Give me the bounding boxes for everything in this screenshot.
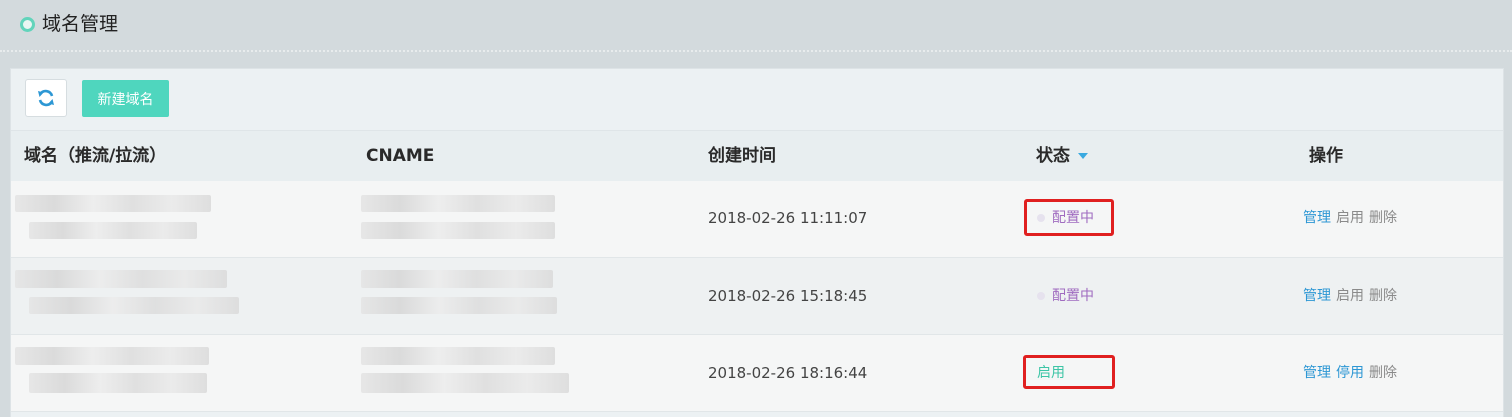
highlight-box bbox=[1024, 199, 1114, 236]
title-circle-icon bbox=[20, 17, 35, 32]
blurred-domain bbox=[29, 373, 207, 393]
disable-link[interactable]: 停用 bbox=[1336, 365, 1364, 381]
row-actions: 管理 停用 删除 bbox=[1303, 363, 1402, 383]
delete-link[interactable]: 删除 bbox=[1369, 210, 1397, 226]
enable-link[interactable]: 启用 bbox=[1336, 288, 1364, 304]
blurred-domain bbox=[29, 222, 197, 239]
column-header-domain: 域名（推流/拉流） bbox=[24, 146, 167, 166]
manage-link[interactable]: 管理 bbox=[1303, 210, 1331, 226]
created-time: 2018-02-26 11:11:07 bbox=[708, 209, 868, 227]
blurred-domain bbox=[15, 270, 227, 288]
row-actions: 管理 启用 删除 bbox=[1303, 208, 1402, 228]
page-header: 域名管理 bbox=[0, 0, 1512, 52]
column-header-status-label: 状态 bbox=[1036, 146, 1070, 166]
table-header: 域名（推流/拉流） CNAME 创建时间 状态 操作 bbox=[11, 130, 1503, 182]
table-row: 2018-02-26 11:11:07 配置中 管理 启用 删除 bbox=[11, 181, 1503, 258]
column-header-created: 创建时间 bbox=[708, 146, 776, 166]
table-row: 2018-02-26 18:16:44 启用 管理 停用 删除 bbox=[11, 335, 1503, 412]
status-badge: 配置中 bbox=[1037, 286, 1094, 306]
created-time: 2018-02-26 18:16:44 bbox=[708, 364, 868, 382]
manage-link[interactable]: 管理 bbox=[1303, 288, 1331, 304]
page-title: 域名管理 bbox=[42, 13, 119, 35]
highlight-box bbox=[1023, 355, 1115, 389]
column-header-status[interactable]: 状态 bbox=[1036, 145, 1088, 167]
blurred-cname bbox=[361, 347, 555, 365]
enable-link[interactable]: 启用 bbox=[1336, 210, 1364, 226]
column-header-actions: 操作 bbox=[1309, 146, 1343, 166]
add-domain-button[interactable]: 新建域名 bbox=[82, 80, 169, 117]
sort-caret-icon[interactable] bbox=[1078, 153, 1088, 159]
column-header-cname: CNAME bbox=[366, 146, 435, 166]
created-time: 2018-02-26 15:18:45 bbox=[708, 287, 868, 305]
blurred-cname bbox=[361, 373, 569, 393]
blurred-cname bbox=[361, 297, 557, 314]
status-dot-icon bbox=[1037, 292, 1045, 300]
manage-link[interactable]: 管理 bbox=[1303, 365, 1331, 381]
status-label: 配置中 bbox=[1052, 288, 1094, 304]
blurred-domain bbox=[15, 195, 211, 212]
refresh-icon bbox=[38, 89, 54, 107]
blurred-cname bbox=[361, 195, 555, 212]
domain-panel: 新建域名 域名（推流/拉流） CNAME 创建时间 状态 操作 2018-02-… bbox=[10, 68, 1504, 417]
blurred-domain bbox=[29, 297, 239, 314]
delete-link[interactable]: 删除 bbox=[1369, 288, 1397, 304]
refresh-button[interactable] bbox=[25, 79, 67, 117]
delete-link[interactable]: 删除 bbox=[1369, 365, 1397, 381]
blurred-cname bbox=[361, 270, 553, 288]
blurred-domain bbox=[15, 347, 209, 365]
table-row: 2018-02-26 15:18:45 配置中 管理 启用 删除 bbox=[11, 258, 1503, 335]
blurred-cname bbox=[361, 222, 555, 239]
row-actions: 管理 启用 删除 bbox=[1303, 286, 1402, 306]
